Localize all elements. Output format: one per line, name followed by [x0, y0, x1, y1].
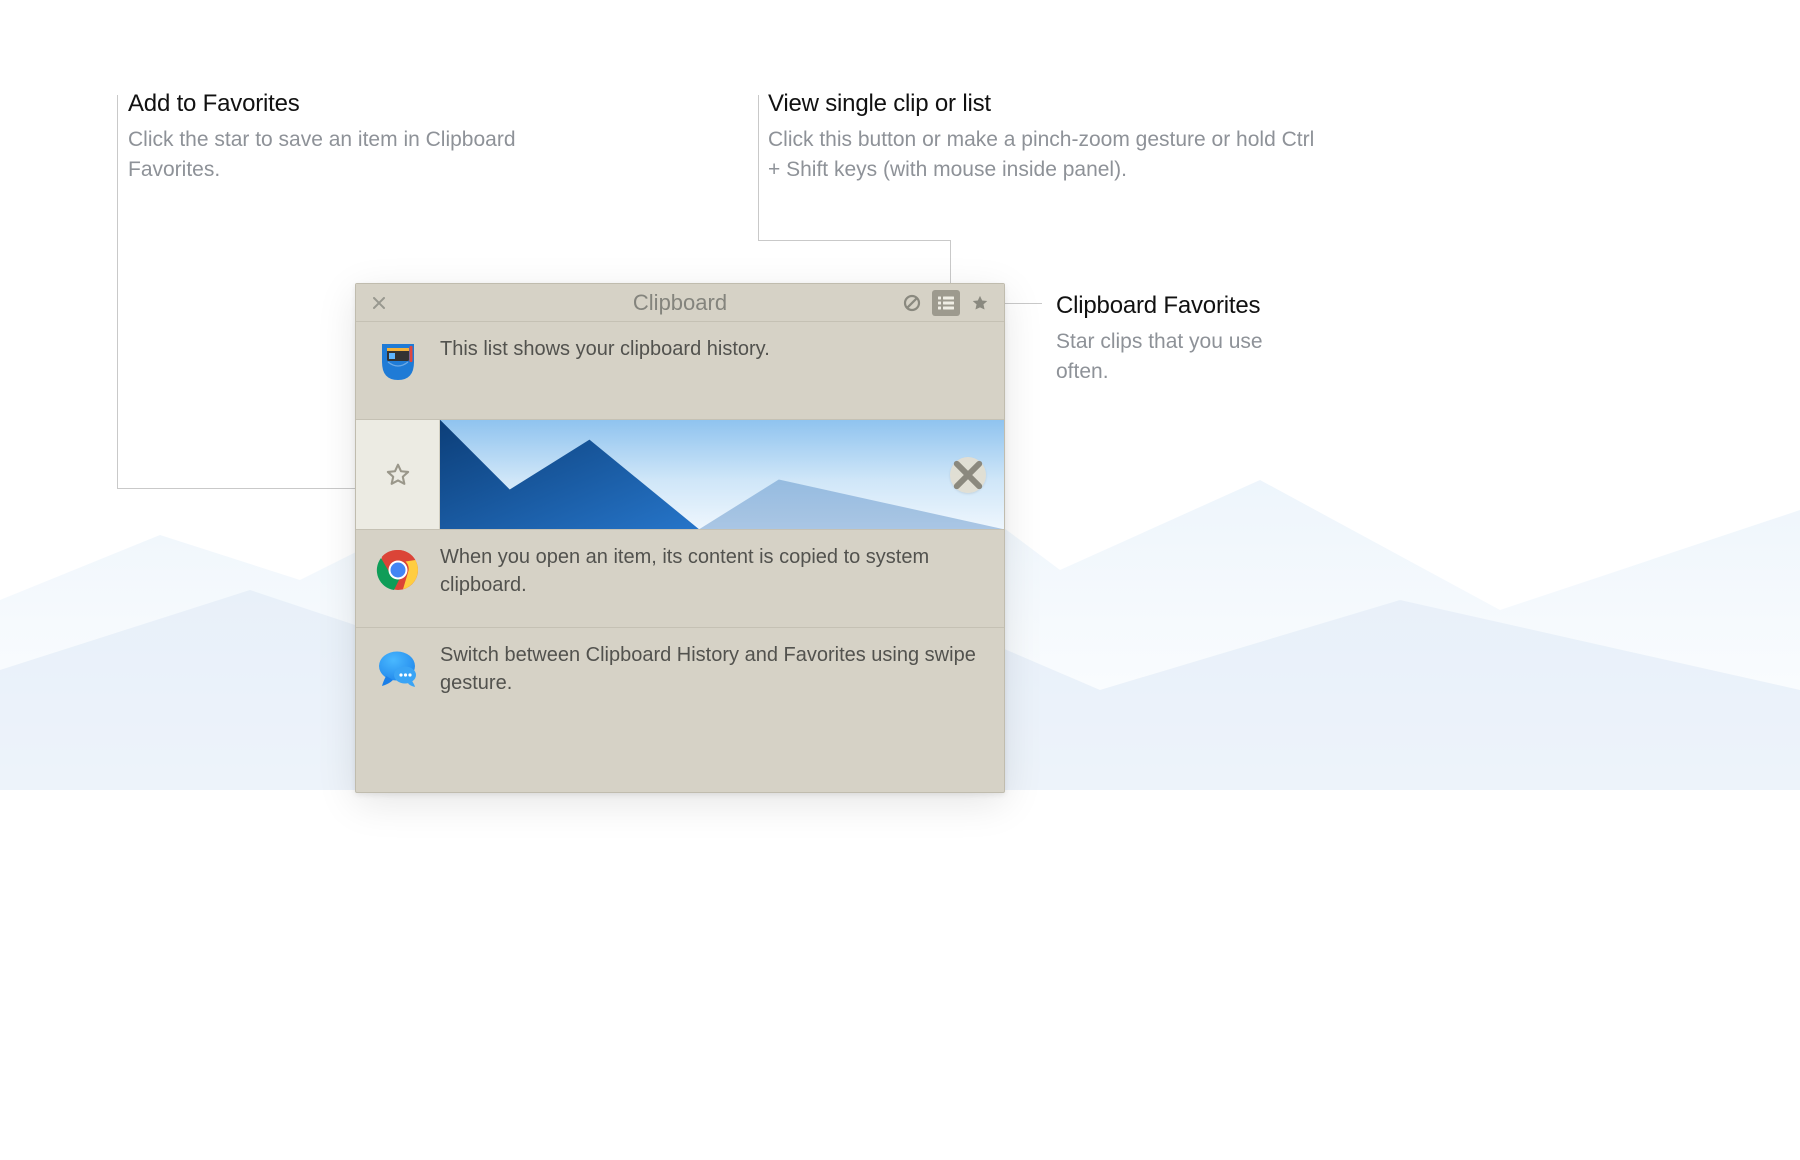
callout-desc: Click the star to save an item in Clipbo…: [128, 125, 528, 186]
view-toggle-button[interactable]: [932, 290, 960, 316]
callout-title: View single clip or list: [768, 90, 1328, 119]
guide-line: [117, 95, 118, 488]
clip-row[interactable]: When you open an item, its content is co…: [356, 530, 1004, 628]
clip-image-preview: [440, 420, 1004, 529]
header-buttons: [898, 290, 994, 316]
callout-desc: Click this button or make a pinch-zoom g…: [768, 125, 1328, 186]
pocket-app-icon: [376, 340, 420, 384]
close-icon: [950, 457, 986, 493]
chrome-app-icon: [376, 548, 420, 592]
callout-view-toggle: View single clip or list Click this butt…: [768, 90, 1328, 186]
callout-title: Add to Favorites: [128, 90, 528, 119]
list-icon: [937, 295, 955, 311]
close-button[interactable]: [368, 292, 390, 314]
clip-source-icon: [356, 334, 440, 384]
clip-source-icon: [356, 640, 440, 690]
callout-title: Clipboard Favorites: [1056, 292, 1316, 321]
guide-line: [117, 488, 385, 489]
clip-row[interactable]: Switch between Clipboard History and Fav…: [356, 628, 1004, 726]
close-icon: [373, 297, 385, 309]
disable-icon: [903, 294, 921, 312]
guide-line: [1004, 303, 1042, 304]
callout-add-to-favorites: Add to Favorites Click the star to save …: [128, 90, 528, 186]
clip-row-selected[interactable]: [356, 420, 1004, 530]
favorite-toggle[interactable]: [356, 420, 440, 529]
clip-row[interactable]: This list shows your clipboard history.: [356, 322, 1004, 420]
clear-clipboard-button[interactable]: [898, 290, 926, 316]
guide-line: [758, 240, 950, 241]
panel-header: Clipboard: [356, 284, 1004, 322]
favorites-tab-button[interactable]: [966, 290, 994, 316]
clip-text: Switch between Clipboard History and Fav…: [440, 640, 988, 697]
guide-line: [950, 240, 951, 285]
star-outline-icon: [384, 461, 412, 489]
guide-line: [758, 95, 759, 240]
clip-text: This list shows your clipboard history.: [440, 334, 988, 364]
clip-text: When you open an item, its content is co…: [440, 542, 988, 599]
star-icon: [971, 294, 989, 312]
delete-clip-button[interactable]: [950, 457, 986, 493]
messages-app-icon: [376, 646, 420, 690]
callout-clipboard-favorites: Clipboard Favorites Star clips that you …: [1056, 292, 1316, 388]
clipboard-panel: Clipboard: [355, 283, 1005, 793]
clip-list: This list shows your clipboard history.: [356, 322, 1004, 726]
callout-desc: Star clips that you use often.: [1056, 327, 1316, 388]
clip-source-icon: [356, 542, 440, 592]
